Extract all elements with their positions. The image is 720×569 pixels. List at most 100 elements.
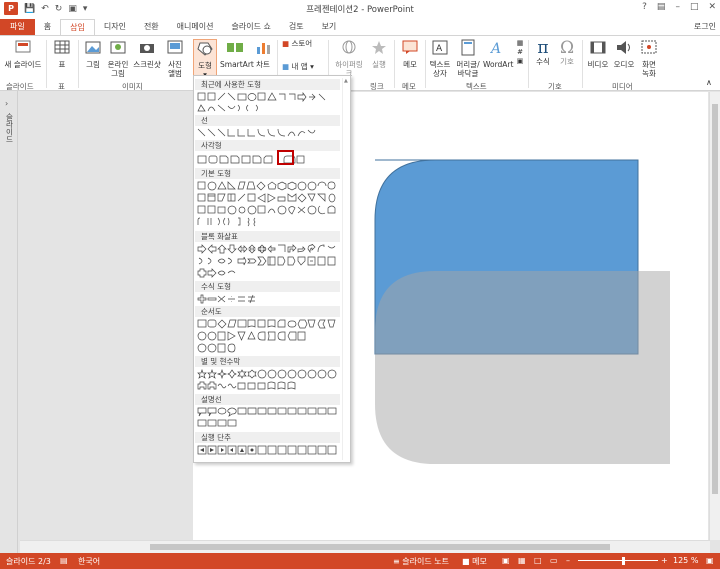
expand-pane-icon[interactable]: › (5, 99, 8, 108)
tab-slideshow[interactable]: 슬라이드 쇼 (222, 19, 279, 35)
scroll-up-icon[interactable]: ▲ (344, 78, 348, 84)
help-icon[interactable]: ? (642, 2, 647, 12)
shape-row[interactable] (197, 331, 340, 341)
table-button[interactable]: 표 (51, 39, 73, 69)
shapes-button[interactable]: 도형 ▾ (193, 39, 217, 79)
zoom-in-icon[interactable]: + (661, 556, 668, 565)
online-picture-button[interactable]: 온라인 그림 (106, 39, 130, 78)
text-more-buttons[interactable]: ▦ # ▣ (514, 39, 526, 66)
rectangle-shapes-icons[interactable] (197, 155, 340, 165)
flowchart-icons-2[interactable] (197, 331, 340, 341)
block-arrow-icons-2[interactable] (197, 256, 340, 266)
my-apps-button[interactable]: ■ 내 앱 ▾ (282, 62, 322, 71)
shape-row[interactable] (197, 256, 340, 266)
block-arrow-icons-3[interactable] (197, 268, 340, 278)
shape-row[interactable] (197, 128, 340, 138)
tab-design[interactable]: 디자인 (95, 19, 135, 35)
vertical-scrollbar[interactable] (709, 92, 720, 540)
screen-recording-button[interactable]: 화면 녹화 (638, 39, 660, 78)
comment-button[interactable]: 메모 (398, 39, 422, 69)
action-button-icons[interactable] (197, 445, 340, 455)
collapse-ribbon-icon[interactable]: ∧ (706, 78, 712, 87)
flowchart-icons-3[interactable] (197, 343, 340, 353)
callout-icons-1[interactable] (197, 407, 340, 417)
vertical-scroll-thumb[interactable] (712, 104, 718, 494)
banner-shapes-icons[interactable] (197, 381, 340, 391)
shapes-gallery-scrollbar[interactable]: ▲ (342, 78, 349, 460)
wordart-button[interactable]: A WordArt (483, 39, 513, 69)
flowchart-icons-1[interactable] (197, 319, 340, 329)
fit-slide-icon[interactable]: ▣ (706, 556, 714, 565)
ribbon-display-icon[interactable]: ▤ (657, 2, 666, 12)
shape-row[interactable] (197, 181, 340, 191)
shape-row[interactable] (197, 419, 340, 429)
block-arrow-icons-1[interactable] (197, 244, 340, 254)
horizontal-scroll-thumb[interactable] (150, 544, 610, 550)
shape-row[interactable] (197, 193, 340, 203)
shape-row[interactable] (197, 445, 340, 455)
recent-shapes-icons-2[interactable] (197, 103, 340, 113)
tab-transitions[interactable]: 전환 (135, 19, 168, 35)
store-button[interactable]: ■ 스토어 (282, 39, 322, 48)
screenshot-button[interactable]: 스크린샷 (132, 39, 162, 69)
normal-view-icon[interactable]: ▣ (502, 556, 510, 565)
reading-view-icon[interactable]: □ (534, 556, 542, 565)
basic-shapes-icons-2[interactable] (197, 193, 340, 203)
textbox-button[interactable]: A 텍스트 상자 (428, 39, 452, 78)
horizontal-scrollbar[interactable] (20, 540, 710, 553)
audio-button[interactable]: 오디오 (612, 39, 636, 69)
header-footer-button[interactable]: 머리글/ 바닥글 (454, 39, 482, 78)
photo-album-button[interactable]: 사진 앨범 (163, 39, 187, 78)
close-icon[interactable]: ✕ (708, 2, 716, 12)
tab-view[interactable]: 보기 (313, 19, 346, 35)
recent-shapes-icons[interactable] (197, 92, 340, 102)
tab-insert[interactable]: 삽입 (60, 19, 95, 35)
star-shapes-icons-1[interactable] (197, 369, 340, 379)
slideshow-view-icon[interactable]: ▭ (550, 556, 558, 565)
symbol-button[interactable]: Ω 기호 (556, 39, 578, 66)
line-shapes-icons[interactable] (197, 128, 340, 138)
zoom-slider[interactable] (578, 560, 658, 561)
tab-home[interactable]: 홈 (35, 19, 60, 35)
spelling-icon[interactable]: ▤ (60, 556, 68, 565)
minimize-icon[interactable]: – (675, 2, 680, 12)
language-indicator[interactable]: 한국어 (78, 556, 100, 567)
shape-row[interactable] (197, 155, 340, 165)
tab-file[interactable]: 파일 (0, 19, 35, 35)
equation-button[interactable]: π 수식 (532, 39, 554, 66)
shape-row[interactable] (197, 343, 340, 353)
callout-icons-2[interactable] (197, 419, 340, 429)
shape-row[interactable] (197, 319, 340, 329)
slide-sorter-icon[interactable]: ▦ (518, 556, 526, 565)
picture-button[interactable]: 그림 (82, 39, 104, 69)
basic-shapes-icons-3[interactable] (197, 205, 340, 215)
tab-animations[interactable]: 애니메이션 (168, 19, 223, 35)
shape-row[interactable] (197, 369, 340, 379)
tab-review[interactable]: 검토 (280, 19, 313, 35)
zoom-out-icon[interactable]: – (566, 556, 570, 565)
zoom-level[interactable]: 125 % (673, 556, 698, 565)
comments-button[interactable]: ■ 메모 (462, 556, 487, 567)
notes-button[interactable]: ≡ 슬라이드 노트 (393, 556, 449, 567)
new-slide-button[interactable]: 새 슬라이드 (4, 39, 42, 69)
shape-row[interactable] (197, 103, 340, 113)
zoom-slider-thumb[interactable] (622, 557, 625, 565)
shape-row[interactable] (197, 294, 340, 304)
basic-shapes-icons-1[interactable] (197, 181, 340, 191)
shape-row[interactable] (197, 268, 340, 278)
action-button[interactable]: 실행 (368, 39, 390, 69)
shape-row[interactable] (197, 217, 340, 227)
maximize-icon[interactable]: □ (690, 2, 699, 12)
basic-shapes-icons-4[interactable] (197, 217, 340, 227)
shape-row[interactable] (197, 205, 340, 215)
smartart-button[interactable]: SmartArt (220, 39, 254, 69)
shape-row[interactable] (197, 244, 340, 254)
login-link[interactable]: 로그인 (694, 21, 716, 32)
equation-shape-icons[interactable] (197, 294, 340, 304)
shape-row[interactable] (197, 92, 340, 102)
hyperlink-button[interactable]: 하이퍼링크 (332, 39, 366, 78)
shape-row[interactable] (197, 407, 340, 417)
video-button[interactable]: 비디오 (586, 39, 610, 69)
shape-row[interactable] (197, 381, 340, 391)
chart-button[interactable]: 차트 (252, 39, 274, 69)
